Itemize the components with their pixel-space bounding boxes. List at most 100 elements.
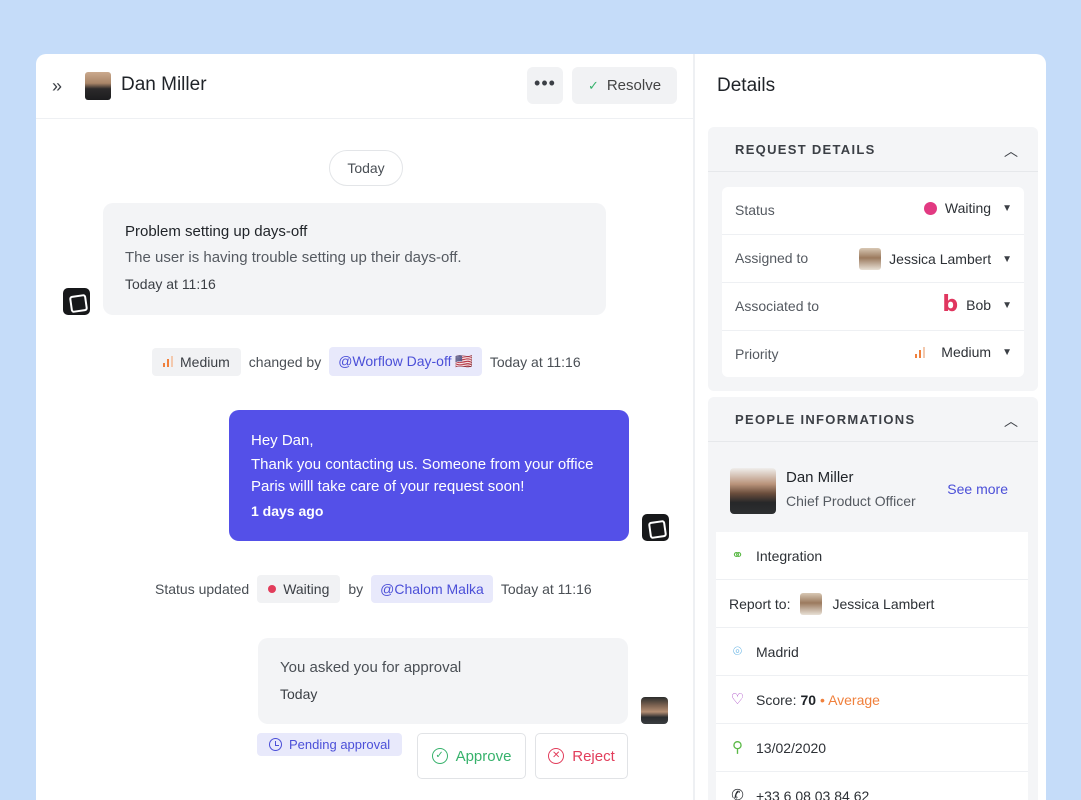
message-line: Hey Dan,	[251, 432, 314, 449]
phone-row: ✆ +33 6 08 03 84 62	[716, 772, 1028, 800]
user-mention[interactable]: @Chalom Malka	[371, 575, 493, 603]
expand-sidebar-icon[interactable]: »	[52, 74, 72, 98]
more-options-button[interactable]: •••	[527, 67, 563, 104]
user-avatar	[85, 72, 111, 100]
caret-down-icon: ▼	[1002, 299, 1012, 311]
chevron-up-icon[interactable]: ︿	[1004, 411, 1018, 431]
conversation-pane: » Dan Miller ••• ✓ Resolve Today Problem…	[36, 54, 695, 800]
info-label: Report to:	[729, 595, 791, 612]
priority-bars-icon	[915, 346, 926, 358]
field-label: Status	[735, 202, 775, 218]
person-info-list: ⚭ Integration Report to: Jessica Lambert…	[716, 532, 1028, 800]
priority-row: Priority Medium ▼	[722, 331, 1024, 379]
chevron-up-icon[interactable]: ︿	[1004, 141, 1018, 161]
integration-row: ⚭ Integration	[716, 532, 1028, 580]
bob-logo-icon: b	[942, 292, 959, 317]
heart-pulse-icon: ♡	[730, 691, 745, 708]
approve-label: Approve	[455, 747, 512, 765]
status-dot-icon	[268, 585, 277, 593]
message-title: Problem setting up days-off	[125, 223, 308, 240]
request-details-section: REQUEST DETAILS ︿ Status Waiting ▼ Assig…	[708, 127, 1038, 391]
see-more-link[interactable]: See more	[947, 481, 1008, 497]
priority-tag-label: Medium	[180, 353, 230, 370]
reject-button[interactable]: ✕ Reject	[535, 733, 628, 779]
person-avatar	[730, 468, 776, 514]
start-date-row: ⚲ 13/02/2020	[716, 724, 1028, 772]
priority-change-event: Medium changed by @Worflow Day-off 🇺🇸 To…	[152, 347, 581, 376]
info-value: +33 6 08 03 84 62	[756, 787, 870, 800]
associated-row: Associated to b Bob ▼	[722, 283, 1024, 331]
location-row: ⌾ Madrid	[716, 628, 1028, 676]
caret-down-icon: ▼	[1002, 202, 1012, 214]
message-time: Today at 11:16	[125, 276, 216, 292]
event-time: Today at 11:16	[489, 353, 581, 370]
assignee-avatar	[859, 248, 882, 270]
approval-message-bubble: You asked you for approval Today	[258, 638, 628, 724]
message-time: Today	[280, 686, 318, 702]
conversation-user-name: Dan Miller	[121, 74, 207, 95]
report-to-row: Report to: Jessica Lambert	[716, 580, 1028, 628]
reject-label: Reject	[572, 747, 615, 765]
check-circle-icon: ✓	[431, 748, 448, 764]
section-title: PEOPLE INFORMATIONS	[735, 412, 916, 427]
priority-bars-icon	[163, 356, 173, 367]
phone-icon: ✆	[731, 787, 744, 800]
field-label: Assigned to	[735, 250, 809, 266]
message-bubble: Problem setting up days-off The user is …	[103, 203, 606, 315]
info-label: Score:	[756, 691, 797, 708]
integration-icon: ⚭	[731, 547, 744, 564]
changed-by-text: changed by	[248, 353, 322, 370]
support-window: » Dan Miller ••• ✓ Resolve Today Problem…	[36, 54, 1046, 800]
workflow-mention[interactable]: @Worflow Day-off 🇺🇸	[329, 347, 482, 376]
by-text: by	[348, 581, 364, 597]
user-plus-icon: ⚲	[732, 739, 743, 756]
conversation-header: » Dan Miller ••• ✓ Resolve	[36, 54, 693, 119]
section-header[interactable]: PEOPLE INFORMATIONS ︿	[708, 397, 1038, 442]
score-row: ♡ Score: 70 • Average	[716, 676, 1028, 724]
request-fields: Status Waiting ▼ Assigned to Jessica Lam…	[722, 187, 1024, 377]
info-value: Madrid	[756, 643, 799, 660]
status-tag: Waiting	[257, 575, 341, 603]
user-avatar-small	[641, 697, 668, 724]
assigned-row: Assigned to Jessica Lambert ▼	[722, 235, 1024, 283]
status-updated-text: Status updated	[155, 581, 250, 597]
check-icon: ✓	[587, 77, 599, 93]
info-value: 13/02/2020	[756, 739, 827, 756]
field-value: Waiting	[944, 200, 992, 216]
clock-icon	[269, 738, 282, 751]
status-select[interactable]: Waiting ▼	[923, 200, 1012, 216]
info-value: Integration	[756, 547, 823, 564]
section-title: REQUEST DETAILS	[735, 142, 876, 157]
x-circle-icon: ✕	[548, 748, 565, 764]
location-pin-icon: ⌾	[732, 643, 742, 660]
priority-tag: Medium	[152, 347, 241, 376]
priority-select[interactable]: Medium ▼	[915, 344, 1012, 360]
resolve-label: Resolve	[606, 77, 662, 94]
bot-avatar-icon	[642, 514, 669, 541]
status-row: Status Waiting ▼	[722, 187, 1024, 235]
details-pane: Details REQUEST DETAILS ︿ Status Waiting…	[697, 54, 1046, 800]
caret-down-icon: ▼	[1002, 253, 1012, 265]
score-value: 70	[800, 691, 817, 708]
caret-down-icon: ▼	[1002, 346, 1012, 358]
score-rating: • Average	[820, 691, 880, 708]
info-value: Jessica Lambert	[832, 595, 935, 612]
field-value: Jessica Lambert	[889, 251, 992, 267]
field-value: Bob	[966, 297, 992, 313]
field-label: Associated to	[735, 298, 820, 314]
person-name: Dan Miller	[786, 469, 854, 486]
manager-avatar	[800, 592, 823, 615]
field-value: Medium	[941, 344, 992, 360]
associated-select[interactable]: b Bob ▼	[942, 292, 1012, 317]
people-information-section: PEOPLE INFORMATIONS ︿ Dan Miller Chief P…	[708, 397, 1038, 800]
message-time: 1 days ago	[251, 503, 324, 519]
details-title: Details	[717, 75, 776, 96]
message-body: You asked you for approval	[280, 659, 462, 676]
assignee-select[interactable]: Jessica Lambert ▼	[859, 248, 1012, 270]
message-line: Paris willl take care of your request so…	[251, 478, 525, 495]
message-line: Thank you contacting us. Someone from yo…	[251, 456, 594, 473]
approve-button[interactable]: ✓ Approve	[417, 733, 526, 779]
section-header[interactable]: REQUEST DETAILS ︿	[708, 127, 1038, 172]
resolve-button[interactable]: ✓ Resolve	[572, 67, 677, 104]
message-body: The user is having trouble setting up th…	[125, 249, 462, 266]
